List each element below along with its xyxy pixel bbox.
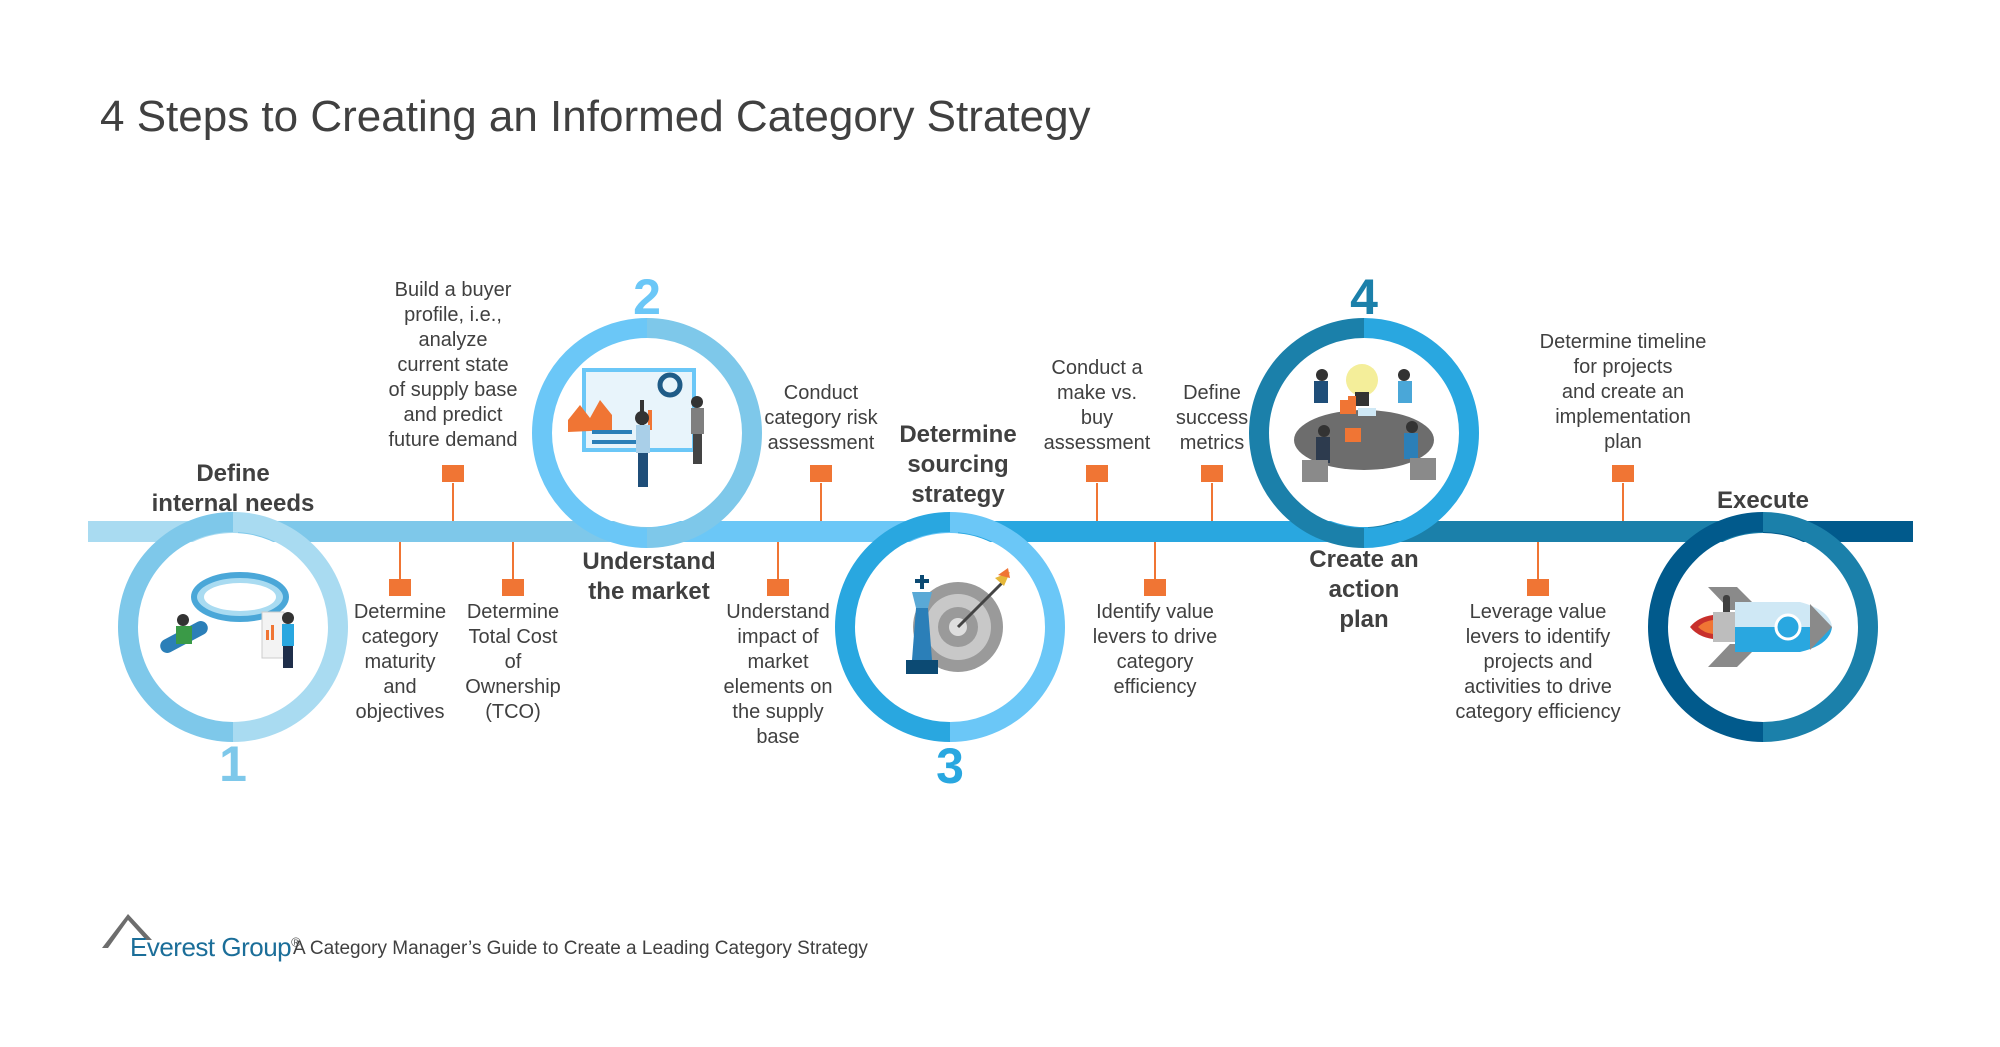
activity-market-impact: Understand impact of market elements on … [723,601,833,748]
step-4-number: 4 [1350,269,1378,325]
activity-timeline: Determine timeline for projects and crea… [1539,331,1707,453]
step-4-heading: Create an action plan [1309,546,1419,633]
activity-marker-make-vs-buy [1086,465,1108,521]
step-2-number: 2 [633,269,661,325]
activity-marker-timeline [1612,465,1634,521]
activity-marker-buyer-profile [442,465,464,521]
activity-success-metrics: Define success metrics [1175,382,1249,454]
activity-category-maturity: Determine category maturity and objectiv… [353,601,447,723]
activity-tco: Determine Total Cost of Ownership (TCO) [465,601,561,723]
activity-risk-assessment: Conduct category risk assessment [764,382,878,454]
execute-heading: Execute [1716,487,1810,514]
activity-marker-leverage-levers [1527,542,1549,596]
activity-marker-success-metrics [1201,465,1223,521]
step-1-number: 1 [219,736,247,792]
activity-marker-category-maturity [389,542,411,596]
brand-name: Everest Group® [130,932,301,962]
activity-marker-value-levers [1144,542,1166,596]
activity-marker-market-impact [767,542,789,596]
footer-subtitle: A Category Manager’s Guide to Create a L… [293,938,868,959]
step-2-heading: Understand the market [582,548,716,605]
step-1-heading: Define internal needs [151,460,315,517]
activity-marker-tco [502,542,524,596]
step-3-number: 3 [936,738,964,794]
timeline-diagram [88,318,1913,742]
activity-buyer-profile: Build a buyer profile, i.e., analyze cur… [388,279,518,451]
activity-marker-risk-assessment [810,465,832,521]
activity-make-vs-buy: Conduct a make vs. buy assessment [1043,357,1151,454]
activity-value-levers: Identify value levers to drive category … [1092,601,1218,698]
footer: Everest Group® A Category Manager’s Guid… [100,910,1000,970]
step-1-ring [118,512,348,742]
activity-leverage-levers: Leverage value levers to identify projec… [1455,601,1621,723]
